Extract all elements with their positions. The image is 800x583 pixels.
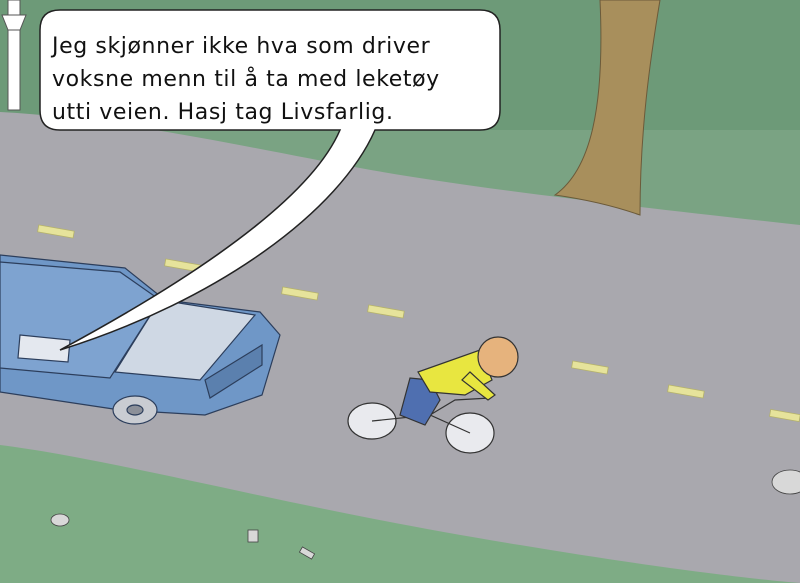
comic-panel: Jeg skjønner ikke hva som driver voksne … [0,0,800,583]
car-wheel-hub [126,404,144,416]
cyclist-head [477,336,519,378]
speech-line: utti veien. Hasj tag Livsfarlig. [52,100,394,125]
speech-bubble-text: Jeg skjønner ikke hva som driver voksne … [52,30,492,129]
speech-line: voksne menn til å ta med leketøy [52,67,440,92]
speech-line: Jeg skjønner ikke hva som driver [52,34,431,59]
